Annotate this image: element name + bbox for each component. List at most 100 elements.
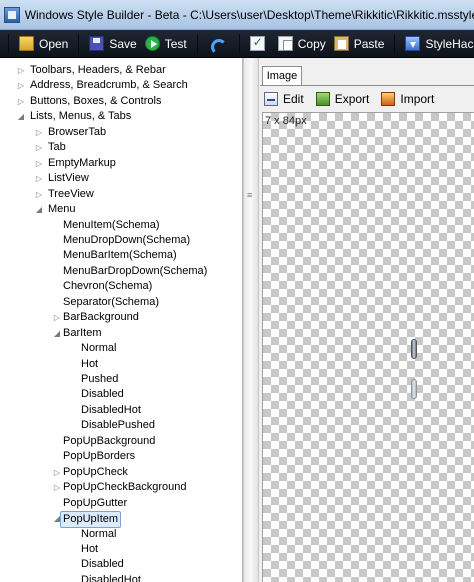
splitter-handle[interactable]: ≡ [243, 58, 259, 582]
tree-item-label: Menu [48, 203, 76, 216]
play-icon [144, 36, 160, 51]
copy-icon [277, 36, 293, 51]
image-panel: Image Edit Export Import 7 x 84px [260, 58, 474, 582]
tree-item[interactable]: DisablePushed [0, 418, 242, 433]
undo-icon [208, 36, 227, 55]
tree-item[interactable]: MenuItem(Schema) [0, 218, 242, 233]
undo-button[interactable] [204, 33, 233, 55]
toolbar-separator [394, 33, 396, 54]
tree-item[interactable]: DisabledHot [0, 573, 242, 582]
tree-item-label: Chevron(Schema) [63, 280, 153, 293]
image-size-label: 7 x 84px [265, 115, 307, 127]
open-label: Open [39, 36, 69, 51]
tree-item[interactable]: ▷ Toolbars, Headers, & Rebar [0, 63, 242, 78]
open-button[interactable]: Open [15, 33, 72, 55]
tree-item[interactable]: ▷ ListView [0, 171, 242, 186]
tree-item[interactable]: PopUpGutter [0, 496, 242, 511]
class-tree[interactable]: ▷ Toolbars, Headers, & Rebar ▷ Address, Bre… [0, 58, 243, 582]
tree-item[interactable]: Disabled [0, 557, 242, 572]
stylehacks-button[interactable]: StyleHacks [401, 33, 474, 55]
tree-item-label: DisabledHot [81, 403, 141, 416]
tree-item[interactable]: ▷ BarBackground [0, 310, 242, 325]
tree-item[interactable]: ▷ PopUpCheckBackground [0, 480, 242, 495]
expand-arrow-icon[interactable]: ▷ [34, 187, 44, 202]
expand-arrow-icon[interactable]: ▷ [34, 156, 44, 171]
edit-button[interactable]: Edit [264, 92, 304, 106]
tree-item[interactable]: MenuBarItem(Schema) [0, 248, 242, 263]
import-button[interactable]: Import [381, 92, 434, 106]
tree-item[interactable]: DisabledHot [0, 403, 242, 418]
tree-item-label: Disabled [81, 388, 124, 401]
tree-item[interactable]: Normal [0, 341, 242, 356]
copy-label: Copy [297, 36, 326, 51]
toolbar: Open Save Test Copy Paste StyleHacks [0, 30, 474, 58]
copy-button[interactable]: Copy [274, 33, 330, 55]
tree-item[interactable]: ◢ Menu [0, 202, 242, 217]
tree-item-label: PopUpCheckBackground [63, 481, 187, 494]
tree-item[interactable]: Disabled [0, 387, 242, 402]
test-button[interactable]: Test [141, 33, 191, 55]
tree-item[interactable]: ▷ EmptyMarkup [0, 156, 242, 171]
tree-item[interactable]: MenuDropDown(Schema) [0, 233, 242, 248]
expand-arrow-icon[interactable]: ▷ [52, 465, 62, 480]
tree-item-label: EmptyMarkup [48, 156, 116, 169]
save-label: Save [109, 36, 137, 51]
expand-arrow-icon[interactable]: ▷ [52, 480, 62, 495]
expand-arrow-icon[interactable]: ▷ [16, 94, 26, 109]
apply-button[interactable] [246, 33, 274, 55]
tree-item-label: Tab [48, 141, 66, 154]
tree-item[interactable]: ▷ Tab [0, 140, 242, 155]
title-bar: Windows Style Builder - Beta - C:\Users\… [0, 0, 474, 30]
floppy-disk-icon [89, 36, 105, 51]
tab-image[interactable]: Image [262, 66, 302, 86]
collapse-arrow-icon[interactable]: ◢ [34, 202, 44, 217]
tree-item-label: MenuDropDown(Schema) [63, 233, 191, 246]
tree-item[interactable]: ◢ BarItem [0, 326, 242, 341]
tree-item[interactable]: ▷ PopUpCheck [0, 465, 242, 480]
tree-item[interactable]: Separator(Schema) [0, 295, 242, 310]
tree-item[interactable]: ◢ PopUpItem [0, 511, 242, 529]
tab-strip-divider [260, 85, 474, 86]
tree-item[interactable]: ▷ TreeView [0, 187, 242, 202]
grip-icon: ≡ [247, 190, 253, 200]
tree-item[interactable]: PopUpBorders [0, 449, 242, 464]
tree-item[interactable]: Chevron(Schema) [0, 279, 242, 294]
tree-item[interactable]: ▷ BrowserTab [0, 125, 242, 140]
tree-item[interactable]: Pushed [0, 372, 242, 387]
image-preview[interactable]: 7 x 84px [262, 112, 474, 582]
tree-item[interactable]: Hot [0, 542, 242, 557]
tree-item[interactable]: MenuBarDropDown(Schema) [0, 264, 242, 279]
tree-item[interactable]: ◢ Lists, Menus, & Tabs [0, 109, 242, 124]
edit-icon [264, 92, 278, 106]
tree-item-label: Separator(Schema) [63, 295, 159, 308]
export-button[interactable]: Export [315, 92, 369, 106]
tree-item-label: PopUpCheck [63, 465, 128, 478]
collapse-arrow-icon[interactable]: ◢ [52, 326, 62, 341]
expand-arrow-icon[interactable]: ▷ [34, 125, 44, 140]
tree-item[interactable]: ▷ Buttons, Boxes, & Controls [0, 94, 242, 109]
expand-arrow-icon[interactable]: ▷ [34, 140, 44, 155]
expand-arrow-icon[interactable]: ▷ [16, 78, 26, 93]
paste-button[interactable]: Paste [330, 33, 389, 55]
tree-item[interactable]: Hot [0, 357, 242, 372]
expand-arrow-icon[interactable]: ▷ [34, 171, 44, 186]
tree-item-label: DisablePushed [81, 419, 155, 432]
stylehacks-label: StyleHacks [425, 36, 474, 51]
expand-arrow-icon[interactable]: ▷ [16, 63, 26, 78]
tree-item[interactable]: ▷ Address, Breadcrumb, & Search [0, 78, 242, 93]
tree-item[interactable]: Normal [0, 527, 242, 542]
collapse-arrow-icon[interactable]: ◢ [16, 109, 26, 124]
tree-item-label: MenuItem(Schema) [63, 218, 160, 231]
save-button[interactable]: Save [85, 33, 140, 55]
tree-item[interactable]: PopUpBackground [0, 434, 242, 449]
expand-arrow-icon[interactable]: ▷ [52, 310, 62, 325]
